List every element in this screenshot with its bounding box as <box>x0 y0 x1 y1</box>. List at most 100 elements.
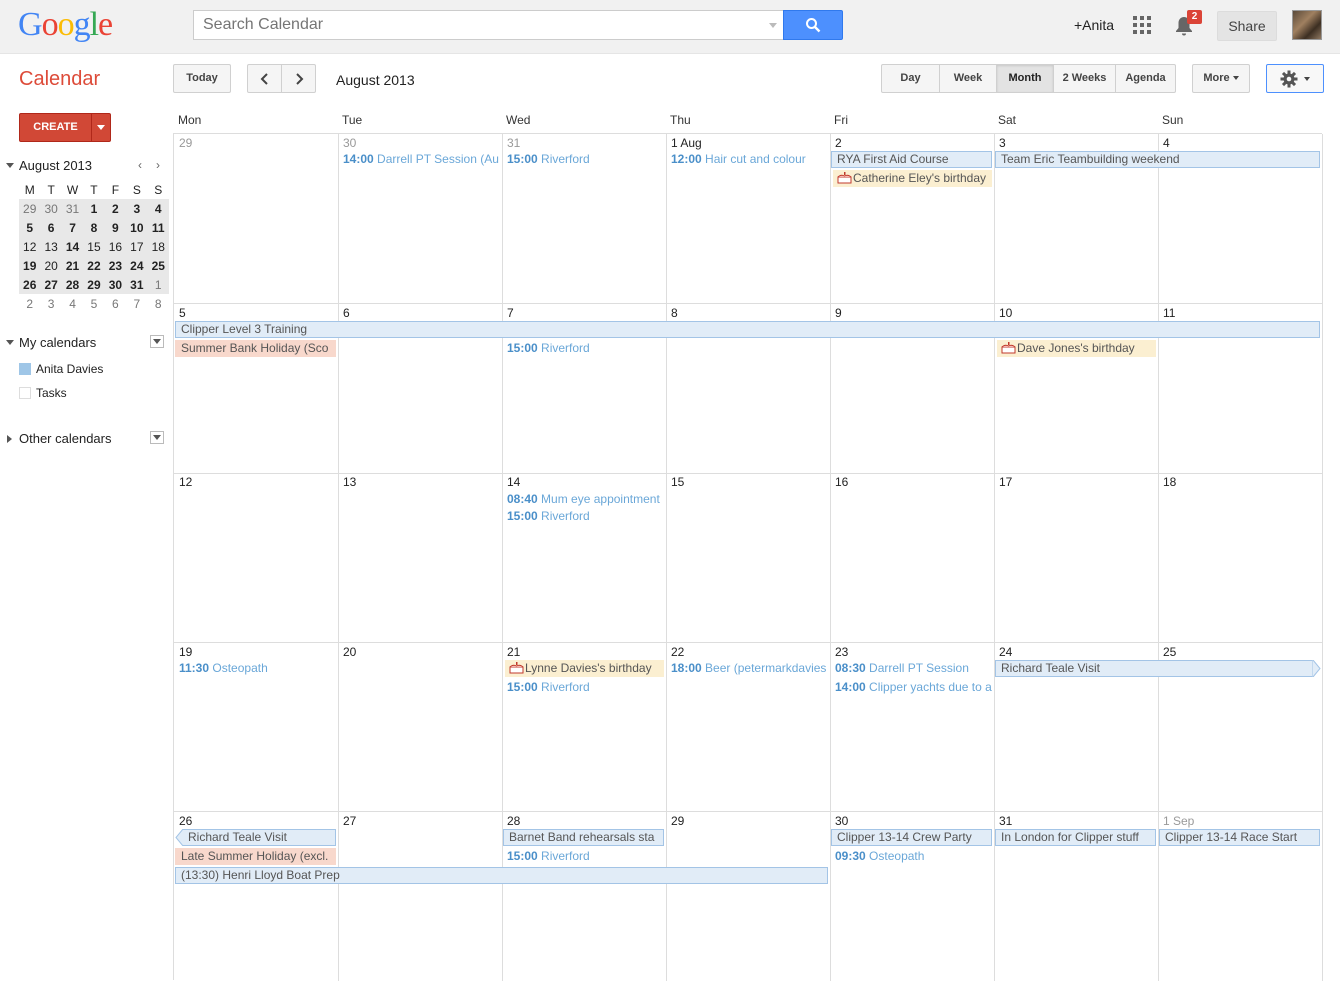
mini-day[interactable]: 25 <box>147 256 169 275</box>
mini-day[interactable]: 1 <box>147 275 169 294</box>
create-options-button[interactable] <box>91 114 110 141</box>
day-number[interactable]: 29 <box>671 814 684 828</box>
event-item[interactable]: 15:00 Riverford <box>507 152 665 166</box>
search-input[interactable] <box>194 11 754 39</box>
holiday-event[interactable]: Summer Bank Holiday (Sco <box>175 340 336 357</box>
mini-day[interactable]: 6 <box>40 218 62 237</box>
day-number[interactable]: 27 <box>343 814 356 828</box>
day-number[interactable]: 26 <box>179 814 192 828</box>
search-options-dropdown-icon[interactable] <box>769 23 777 28</box>
day-number[interactable]: 12 <box>179 475 192 489</box>
other-calendars-menu-button[interactable] <box>150 431 164 444</box>
mini-day[interactable]: 9 <box>104 218 127 237</box>
mini-day[interactable]: 31 <box>61 199 84 218</box>
share-button[interactable]: Share <box>1217 11 1277 41</box>
mini-day[interactable]: 30 <box>104 275 127 294</box>
avatar[interactable] <box>1292 10 1322 40</box>
event-item[interactable]: 15:00 Riverford <box>507 509 665 523</box>
view-week-button[interactable]: Week <box>939 65 996 92</box>
event-item[interactable]: 14:00 Darrell PT Session (Au <box>343 152 501 166</box>
mini-day[interactable]: 7 <box>61 218 84 237</box>
mini-day[interactable]: 2 <box>19 294 40 313</box>
create-event-button[interactable]: CREATE <box>19 113 111 142</box>
event-item[interactable]: 15:00 Riverford <box>507 680 665 694</box>
event-item[interactable]: 18:00 Beer (petermarkdavies <box>671 661 829 675</box>
day-number[interactable]: 7 <box>507 306 514 320</box>
day-number[interactable]: 28 <box>507 814 520 828</box>
day-number[interactable]: 1 Sep <box>1163 814 1194 828</box>
all-day-event[interactable]: Barnet Band rehearsals sta <box>503 829 664 846</box>
calendar-color-swatch[interactable] <box>19 363 31 375</box>
mini-day[interactable]: 3 <box>40 294 61 313</box>
day-number[interactable]: 30 <box>835 814 848 828</box>
mini-day[interactable]: 4 <box>147 199 169 218</box>
mini-day[interactable]: 11 <box>147 218 169 237</box>
view-agenda-button[interactable]: Agenda <box>1115 65 1175 92</box>
mini-day[interactable]: 7 <box>126 294 147 313</box>
day-number[interactable]: 9 <box>835 306 842 320</box>
other-calendars-heading[interactable]: Other calendars <box>19 431 112 446</box>
mini-day[interactable]: 15 <box>83 237 105 256</box>
day-number[interactable]: 25 <box>1163 645 1176 659</box>
day-number[interactable]: 4 <box>1163 136 1170 150</box>
mini-day[interactable]: 18 <box>147 237 169 256</box>
mini-day[interactable]: 17 <box>126 237 148 256</box>
search-button[interactable] <box>783 10 843 40</box>
collapse-triangle-icon[interactable] <box>6 163 14 168</box>
mini-day[interactable]: 8 <box>148 294 169 313</box>
day-number[interactable]: 5 <box>179 306 186 320</box>
day-number[interactable]: 31 <box>999 814 1012 828</box>
day-number[interactable]: 6 <box>343 306 350 320</box>
mini-prev-month-button[interactable]: ‹ <box>138 158 142 172</box>
day-number[interactable]: 2 <box>835 136 842 150</box>
day-number[interactable]: 18 <box>1163 475 1176 489</box>
all-day-event[interactable]: Richard Teale Visit <box>995 660 1313 677</box>
view-2weeks-button[interactable]: 2 Weeks <box>1053 65 1115 92</box>
settings-button[interactable] <box>1266 64 1324 93</box>
mini-day[interactable]: 3 <box>126 199 148 218</box>
mini-day[interactable]: 5 <box>83 294 104 313</box>
mini-day[interactable]: 29 <box>19 199 41 218</box>
more-menu-button[interactable]: More <box>1192 64 1250 93</box>
day-number[interactable]: 20 <box>343 645 356 659</box>
collapse-triangle-icon[interactable] <box>6 340 14 345</box>
all-day-event[interactable]: Clipper Level 3 Training <box>175 321 1320 338</box>
mini-day[interactable]: 24 <box>126 256 148 275</box>
google-logo[interactable]: Google <box>18 6 113 44</box>
event-item[interactable]: 14:00 Clipper yachts due to a <box>835 680 993 694</box>
expand-triangle-icon[interactable] <box>7 435 12 443</box>
previous-period-button[interactable] <box>248 65 281 92</box>
event-item[interactable]: 15:00 Riverford <box>507 341 665 355</box>
calendar-color-swatch[interactable] <box>19 387 31 399</box>
day-number[interactable]: 11 <box>1163 306 1175 320</box>
mini-day[interactable]: 5 <box>19 218 41 237</box>
day-number[interactable]: 16 <box>835 475 848 489</box>
day-number[interactable]: 31 <box>507 136 520 150</box>
day-number[interactable]: 3 <box>999 136 1006 150</box>
day-number[interactable]: 22 <box>671 645 684 659</box>
apps-grid-icon[interactable] <box>1133 16 1151 34</box>
day-number[interactable]: 1 Aug <box>671 136 702 150</box>
mini-day[interactable]: 8 <box>83 218 105 237</box>
my-calendars-menu-button[interactable] <box>150 335 164 348</box>
event-item[interactable]: 08:30 Darrell PT Session <box>835 661 993 675</box>
day-number[interactable]: 17 <box>999 475 1012 489</box>
mini-day[interactable]: 14 <box>61 237 84 256</box>
holiday-event[interactable]: Late Summer Holiday (excl. <box>175 848 336 865</box>
mini-day[interactable]: 2 <box>104 199 127 218</box>
birthday-event[interactable]: Dave Jones's birthday <box>997 340 1156 357</box>
day-number[interactable]: 15 <box>671 475 684 489</box>
mini-day[interactable]: 16 <box>104 237 127 256</box>
all-day-event[interactable]: Clipper 13-14 Race Start <box>1159 829 1320 846</box>
day-number[interactable]: 30 <box>343 136 356 150</box>
mini-day[interactable]: 29 <box>83 275 105 294</box>
all-day-event[interactable]: RYA First Aid Course <box>831 151 992 168</box>
mini-day[interactable]: 23 <box>104 256 127 275</box>
mini-day[interactable]: 30 <box>40 199 62 218</box>
all-day-event[interactable]: In London for Clipper stuff <box>995 829 1156 846</box>
mini-day[interactable]: 28 <box>61 275 84 294</box>
day-number[interactable]: 13 <box>343 475 356 489</box>
day-number[interactable]: 29 <box>179 136 192 150</box>
mini-next-month-button[interactable]: › <box>156 158 160 172</box>
user-profile-link[interactable]: +Anita <box>1074 17 1114 33</box>
